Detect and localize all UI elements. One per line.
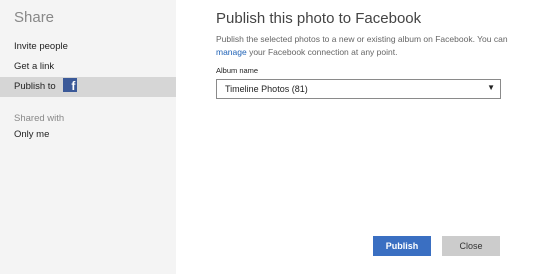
chevron-down-icon: ▼ — [487, 83, 495, 92]
share-dialog: Share Invite people Get a link Publish t… — [0, 0, 550, 274]
description: Publish the selected photos to a new or … — [216, 33, 516, 59]
description-text-start: Publish the selected photos to a new or … — [216, 34, 508, 44]
close-button[interactable]: Close — [442, 236, 500, 256]
sidebar: Share Invite people Get a link Publish t… — [0, 0, 176, 274]
sidebar-item-invite-people[interactable]: Invite people — [0, 37, 176, 57]
sidebar-item-publish-to[interactable]: Publish to f — [0, 77, 176, 97]
description-text-end: your Facebook connection at any point. — [246, 47, 398, 57]
sidebar-item-label: Get a link — [14, 61, 55, 72]
publish-button[interactable]: Publish — [373, 236, 431, 256]
shared-with-value: Only me — [14, 129, 50, 140]
sidebar-item-get-a-link[interactable]: Get a link — [0, 57, 176, 77]
manage-link[interactable]: manage — [216, 47, 247, 57]
sidebar-title: Share — [14, 9, 55, 26]
sidebar-item-label: Publish to — [14, 81, 56, 92]
album-name-label: Album name — [216, 66, 259, 75]
facebook-glyph: f — [71, 79, 76, 94]
sidebar-item-label: Invite people — [14, 41, 68, 52]
page-title: Publish this photo to Facebook — [216, 10, 422, 27]
album-select[interactable]: Timeline Photos (81) ▼ — [216, 79, 501, 99]
facebook-icon: f — [63, 78, 78, 94]
shared-with-label: Shared with — [14, 113, 65, 124]
album-selected-value: Timeline Photos (81) — [225, 84, 308, 94]
